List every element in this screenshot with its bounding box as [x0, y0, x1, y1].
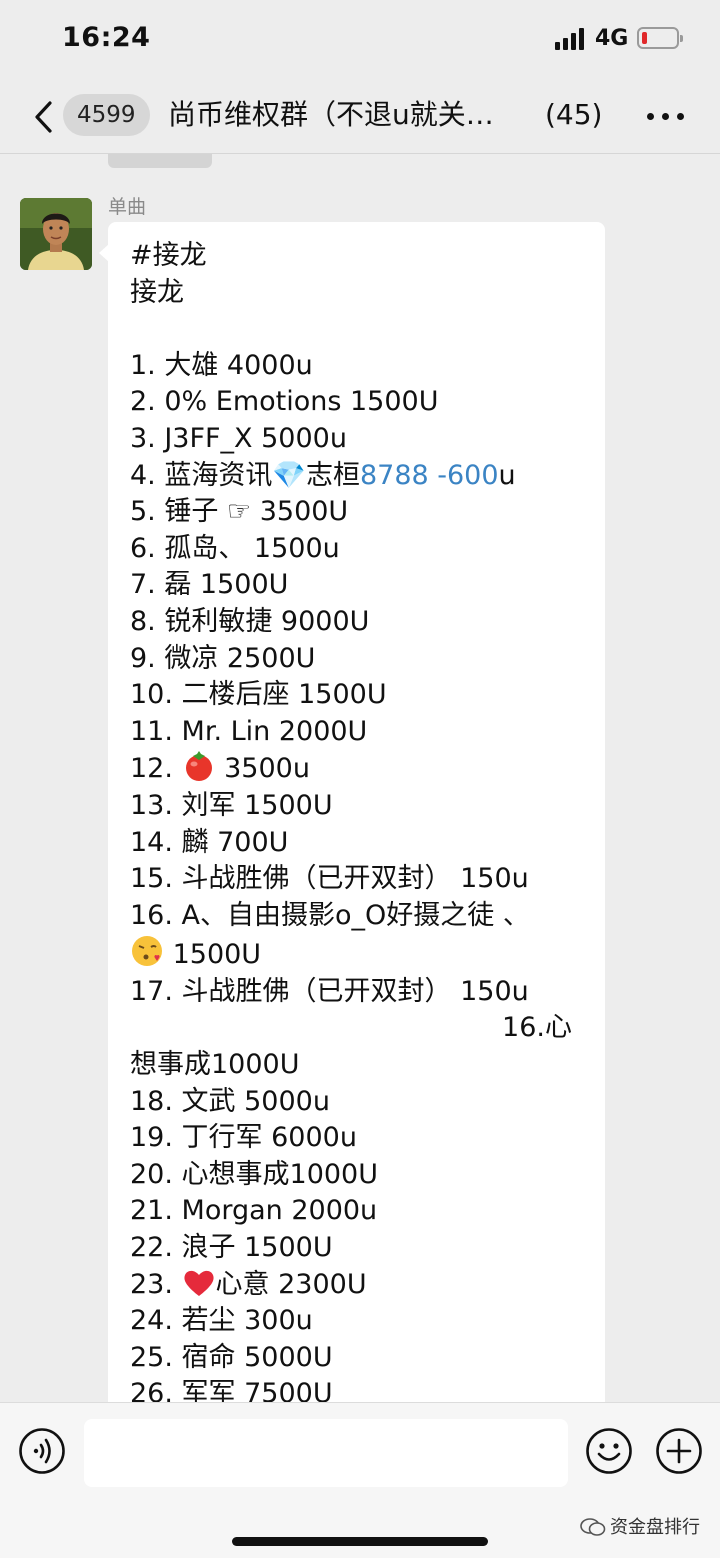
message-line-blank [130, 311, 590, 348]
message-line-prefix: 4. 蓝海资讯💎志桓 [130, 459, 360, 491]
heart-emoji-icon [183, 1270, 214, 1296]
watermark: 资金盘排行 [580, 1513, 700, 1539]
sender-name: 单曲 [108, 196, 147, 218]
message-line: 5. 锤子 ☞ 3500U [130, 496, 349, 528]
plus-icon [656, 1428, 702, 1474]
message-line: 25. 宿命 5000U [130, 1341, 333, 1373]
more-dots-icon [647, 113, 654, 120]
message-line: 11. Mr. Lin 2000U [130, 715, 368, 747]
message-text: #接龙 接龙 1. 大雄 4000u 2. 0% Emotions 1500U … [130, 238, 590, 1413]
chevron-left-icon [35, 101, 52, 133]
plus-button[interactable] [655, 1427, 703, 1475]
member-count: (45) [545, 98, 603, 131]
message-line: 1500U [130, 934, 590, 974]
message-line: 8. 锐利敏捷 9000U [130, 605, 370, 637]
message-line: 14. 麟 700U [130, 826, 289, 858]
message-input[interactable] [84, 1419, 568, 1487]
message-line-prefix: 12. [130, 753, 173, 785]
message-line: 18. 文武 5000u [130, 1085, 330, 1117]
back-button[interactable] [30, 98, 60, 136]
message-line: 4. 蓝海资讯💎志桓8788 -600u [130, 458, 590, 495]
input-bar: 资金盘排行 [0, 1402, 720, 1558]
message-line: 19. 丁行军 6000u [130, 1122, 357, 1154]
wechat-logo-icon [580, 1518, 606, 1536]
message-line-suffix: 3500u [215, 753, 310, 785]
message-line: 1. 大雄 4000u [130, 349, 313, 381]
phone-number-link[interactable]: 8788 -600 [360, 460, 499, 491]
message-line-suffix: u [498, 459, 516, 491]
message-line: 17. 斗战胜佛（已开双封） 150u [130, 975, 529, 1007]
message-line: 21. Morgan 2000u [130, 1195, 378, 1227]
message-line: 15. 斗战胜佛（已开双封） 150u [130, 863, 529, 895]
kiss-emoji-icon [132, 936, 162, 967]
message-line: 16.心 [502, 1012, 572, 1044]
message-line: 12. 3500u [130, 750, 590, 788]
message-bubble[interactable]: #接龙 接龙 1. 大雄 4000u 2. 0% Emotions 1500U … [99, 222, 605, 1422]
message-line-suffix: 1500U [164, 939, 262, 971]
message-line: 10. 二楼后座 1500U [130, 679, 387, 711]
message-line: 接龙 [130, 276, 184, 308]
chat-header: 4599 尚币维权群（不退u就关… (45) [0, 80, 720, 154]
home-indicator [232, 1537, 488, 1546]
network-type: 4G [595, 26, 629, 51]
watermark-text: 资金盘排行 [610, 1517, 700, 1538]
message-line: #接龙 [130, 240, 207, 271]
message-line: 7. 磊 1500U [130, 569, 289, 601]
message-line: 23. 心意 2300U [130, 1267, 590, 1304]
message-line: 6. 孤岛、 1500u [130, 532, 340, 564]
message-line-prefix: 23. [130, 1268, 173, 1300]
message-line: 3. J3FF_X 5000u [130, 422, 347, 454]
message-line: 2. 0% Emotions 1500U [130, 386, 439, 418]
message-line-suffix: 心意 2300U [215, 1268, 367, 1300]
chat-title: 尚币维权群（不退u就关… [168, 98, 494, 131]
emoji-icon [586, 1428, 632, 1474]
voice-icon [19, 1428, 65, 1474]
more-button[interactable] [646, 98, 686, 132]
message-line: 20. 心想事成1000U [130, 1158, 378, 1190]
battery-icon [637, 27, 683, 49]
tomato-emoji-icon [185, 751, 212, 782]
message-line: 9. 微凉 2500U [130, 642, 316, 674]
status-bar: 16:24 4G [0, 0, 720, 80]
message-line: 24. 若尘 300u [130, 1305, 313, 1337]
avatar-photo [20, 198, 92, 270]
avatar[interactable] [20, 198, 92, 270]
signal-icon [555, 28, 587, 50]
status-time: 16:24 [62, 22, 151, 53]
emoji-button[interactable] [585, 1427, 633, 1475]
message-line: 想事成1000U [130, 1049, 300, 1081]
message-line: 22. 浪子 1500U [130, 1232, 333, 1264]
unread-badge[interactable]: 4599 [63, 94, 150, 136]
voice-button[interactable] [18, 1427, 66, 1475]
previous-message-bubble [108, 154, 212, 168]
message-line: 13. 刘军 1500U [130, 789, 333, 821]
message-line: 16. A、自由摄影o_O好摄之徒 、 [130, 899, 530, 931]
